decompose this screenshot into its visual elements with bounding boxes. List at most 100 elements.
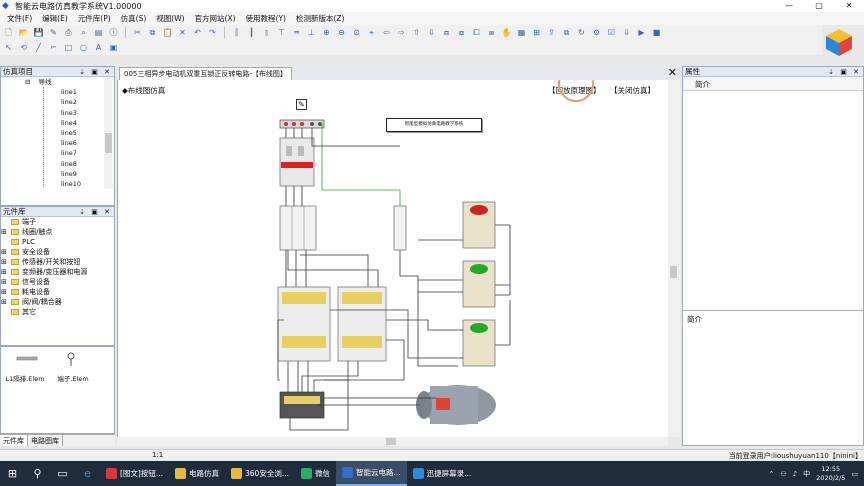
zoom-actual-icon[interactable]: ⌖ <box>366 27 377 38</box>
notification-icon[interactable]: ▭ <box>851 470 858 478</box>
tree-item[interactable]: line2 <box>1 97 114 107</box>
library-category[interactable]: ⊞ 信号设备 <box>1 277 114 287</box>
motor[interactable] <box>416 385 496 425</box>
menu-library[interactable]: 元件库(P) <box>73 12 116 25</box>
document-close-button[interactable]: ✕ <box>668 66 677 80</box>
menu-check-update[interactable]: 检测新版本(Z) <box>291 12 350 25</box>
cut-icon[interactable]: ✂ <box>132 27 143 38</box>
start-button[interactable]: ⊞ <box>0 461 25 486</box>
tree-item[interactable]: line1 <box>1 87 114 97</box>
delete-icon[interactable]: ✕ <box>177 27 188 38</box>
pan-hand-icon[interactable]: ✋ <box>501 27 512 38</box>
menu-website[interactable]: 官方网站(X) <box>190 12 241 25</box>
menu-edit[interactable]: 编辑(E) <box>37 12 73 25</box>
tree-item[interactable]: line3 <box>1 108 114 118</box>
tree-item[interactable]: line6 <box>1 138 114 148</box>
forward-button[interactable] <box>462 260 496 308</box>
grid-icon[interactable]: ▦ <box>516 27 527 38</box>
task-view-icon[interactable]: ▭ <box>50 461 75 486</box>
panel-controls[interactable]: ⇣ ▣ ✕ <box>79 68 112 76</box>
library-category[interactable]: PLC <box>1 237 114 247</box>
new-file-icon[interactable]: 🗋 <box>3 27 14 38</box>
document-tab[interactable]: 005三相异步电动机双重互锁正反转电路-【布线图】 <box>119 67 292 80</box>
send-back-icon[interactable]: ⧇ <box>456 27 467 38</box>
maximize-button[interactable]: ▢ <box>804 0 834 12</box>
zoom-in-icon[interactable]: ⊕ <box>321 27 332 38</box>
move-left-icon[interactable]: ⇦ <box>381 27 392 38</box>
panel-controls[interactable]: ⇣ ▣ ✕ <box>828 68 861 76</box>
move-right-icon[interactable]: ⇨ <box>396 27 407 38</box>
library-category[interactable]: ⊞ 安全设备 <box>1 247 114 257</box>
vertical-scroll-thumb[interactable] <box>670 266 677 278</box>
align-middle-icon[interactable]: ═ <box>291 27 302 38</box>
group-icon[interactable]: ⧠ <box>471 27 482 38</box>
menu-view[interactable]: 视图(W) <box>151 12 189 25</box>
undo-icon[interactable]: ↶ <box>192 27 203 38</box>
tree-item[interactable]: line10 <box>1 179 114 189</box>
collapse-icon[interactable]: ⊟ <box>25 78 30 86</box>
tree-scrollbar[interactable] <box>104 77 113 189</box>
contactor-km1[interactable] <box>277 286 331 362</box>
menu-simulation[interactable]: 仿真(S) <box>116 12 152 25</box>
line-tool-icon[interactable]: ╱ <box>33 42 44 53</box>
ellipse-tool-icon[interactable]: ○ <box>78 42 89 53</box>
layout-icon[interactable]: ⊞ <box>531 27 542 38</box>
paste-icon[interactable]: 📋 <box>162 27 173 38</box>
save-all-icon[interactable]: ▤ <box>93 27 104 38</box>
snapshot-icon[interactable]: ⧉ <box>561 27 572 38</box>
tree-item[interactable]: line7 <box>1 148 114 158</box>
tree-item[interactable]: line8 <box>1 159 114 169</box>
fuse-block[interactable] <box>279 205 317 251</box>
import-icon[interactable]: ⇩ <box>621 27 632 38</box>
run-icon[interactable]: ▶ <box>636 27 647 38</box>
edit-icon[interactable]: ✎ <box>48 27 59 38</box>
rotate-icon[interactable]: ⟲ <box>18 42 29 53</box>
library-category[interactable]: 其它 <box>1 307 114 317</box>
zoom-fit-icon[interactable]: ⊙ <box>351 27 362 38</box>
tree-item[interactable]: line9 <box>1 169 114 179</box>
wiring-canvas[interactable]: ◆布线图仿真 【回放原理图】 【关闭仿真】 ✎ 智能型模拟仿真电路教学系统 <box>117 80 668 437</box>
export-icon[interactable]: ⇪ <box>546 27 557 38</box>
taskbar-item[interactable]: 360安全浏... <box>225 461 295 486</box>
print-icon[interactable]: ⎙ <box>63 27 74 38</box>
copy-icon[interactable]: ⧉ <box>147 27 158 38</box>
control-fuse[interactable] <box>393 205 407 251</box>
library-category[interactable]: ⊞ 变频器/变压器和电源 <box>1 267 114 277</box>
panel-controls[interactable]: ⇣ ▣ ✕ <box>79 208 112 216</box>
image-tool-icon[interactable]: ▣ <box>108 42 119 53</box>
circuit-breaker[interactable] <box>279 137 315 187</box>
tab-circuit-library[interactable]: 电路图库 <box>28 435 63 446</box>
align-left-icon[interactable]: ⫿ <box>231 27 242 38</box>
network-icon[interactable]: ⚇ <box>780 470 786 478</box>
bring-front-icon[interactable]: ⧈ <box>441 27 452 38</box>
terminal-strip[interactable] <box>279 119 325 129</box>
rectangle-tool-icon[interactable]: □ <box>63 42 74 53</box>
library-category[interactable]: 端子 <box>1 217 114 227</box>
minimize-button[interactable]: — <box>774 0 804 12</box>
volume-icon[interactable]: ♪ <box>793 470 797 478</box>
check-icon[interactable]: ☑ <box>606 27 617 38</box>
move-up-icon[interactable]: ⇧ <box>411 27 422 38</box>
menu-tutorial[interactable]: 使用教程(Y) <box>241 12 291 25</box>
element-tile[interactable] <box>7 353 47 367</box>
tree-root[interactable]: ⊟ 导线 <box>1 77 114 87</box>
element-tile[interactable] <box>59 351 83 369</box>
contactor-km2[interactable] <box>337 286 387 362</box>
horizontal-scroll-thumb[interactable] <box>386 438 396 445</box>
library-category[interactable]: ⊞ 线圈/触点 <box>1 227 114 237</box>
settings-icon[interactable]: ⚙ <box>591 27 602 38</box>
refresh-icon[interactable]: ↻ <box>576 27 587 38</box>
ungroup-icon[interactable]: ⧆ <box>486 27 497 38</box>
ime-icon[interactable]: 中 <box>803 469 810 479</box>
move-down-icon[interactable]: ⇩ <box>426 27 437 38</box>
taskbar-item[interactable]: 微信 <box>295 461 336 486</box>
library-category[interactable]: ⊞ 传感器/开关和按钮 <box>1 257 114 267</box>
library-category[interactable]: ⊞ 阀/阀/耦合器 <box>1 297 114 307</box>
open-folder-icon[interactable]: 📂 <box>18 27 29 38</box>
align-center-icon[interactable]: ┃ <box>246 27 257 38</box>
edge-browser-icon[interactable]: e <box>75 461 100 486</box>
thermal-relay[interactable] <box>279 391 325 419</box>
clock[interactable]: 12:55 2020/2/5 <box>816 465 845 483</box>
tree-scrollbar-thumb[interactable] <box>105 133 112 153</box>
taskbar-item[interactable]: 迅捷屏幕录... <box>407 461 478 486</box>
